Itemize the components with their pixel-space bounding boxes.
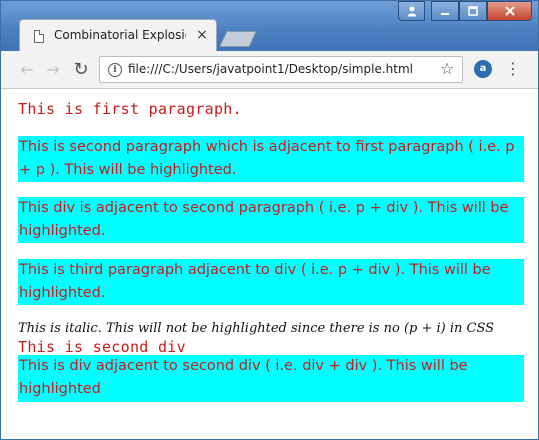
page-icon bbox=[34, 30, 44, 43]
user-button[interactable] bbox=[398, 1, 425, 21]
italic-text: This is italic. This will not be highlig… bbox=[18, 321, 495, 336]
second-div: This is second div bbox=[18, 338, 186, 356]
tab-combinatorial-explosion[interactable]: Combinatorial Explosion × bbox=[19, 19, 217, 51]
minimize-icon bbox=[441, 13, 449, 15]
title-bar: Combinatorial Explosion × bbox=[1, 1, 538, 51]
forward-icon[interactable]: → bbox=[41, 58, 65, 82]
url-text[interactable]: file:///C:/Users/javatpoint1/Desktop/sim… bbox=[128, 62, 430, 78]
browser-window: Combinatorial Explosion × ← → ↻ i file:/… bbox=[0, 0, 539, 440]
second-paragraph: This is second paragraph which is adjace… bbox=[18, 136, 524, 182]
info-icon[interactable]: i bbox=[108, 63, 122, 77]
div-adjacent-to-second-div: This is div adjacent to second div ( i.e… bbox=[18, 355, 524, 402]
reload-icon[interactable]: ↻ bbox=[69, 58, 93, 82]
tab-close-button[interactable]: × bbox=[194, 26, 210, 44]
maximize-icon bbox=[468, 6, 478, 16]
third-paragraph: This is third paragraph adjacent to div … bbox=[18, 259, 524, 305]
page-content: This is first paragraph. This is second … bbox=[1, 89, 538, 439]
new-tab-button[interactable] bbox=[219, 31, 257, 47]
close-icon bbox=[504, 6, 515, 16]
maximize-button[interactable] bbox=[459, 1, 487, 21]
adjacent-div: This div is adjacent to second paragraph… bbox=[18, 197, 524, 243]
star-icon[interactable]: ☆ bbox=[438, 60, 456, 78]
user-icon bbox=[407, 6, 416, 17]
menu-icon[interactable]: ⋮ bbox=[505, 59, 521, 79]
close-window-button[interactable] bbox=[487, 1, 532, 21]
browser-toolbar: ← → ↻ i file:///C:/Users/javatpoint1/Des… bbox=[1, 51, 538, 89]
address-bar[interactable]: i file:///C:/Users/javatpoint1/Desktop/s… bbox=[99, 56, 463, 83]
extension-icon[interactable]: a bbox=[474, 60, 492, 78]
back-icon[interactable]: ← bbox=[15, 58, 39, 82]
first-paragraph: This is first paragraph. bbox=[18, 100, 242, 118]
tab-title: Combinatorial Explosion bbox=[54, 28, 186, 42]
minimize-button[interactable] bbox=[431, 1, 459, 21]
